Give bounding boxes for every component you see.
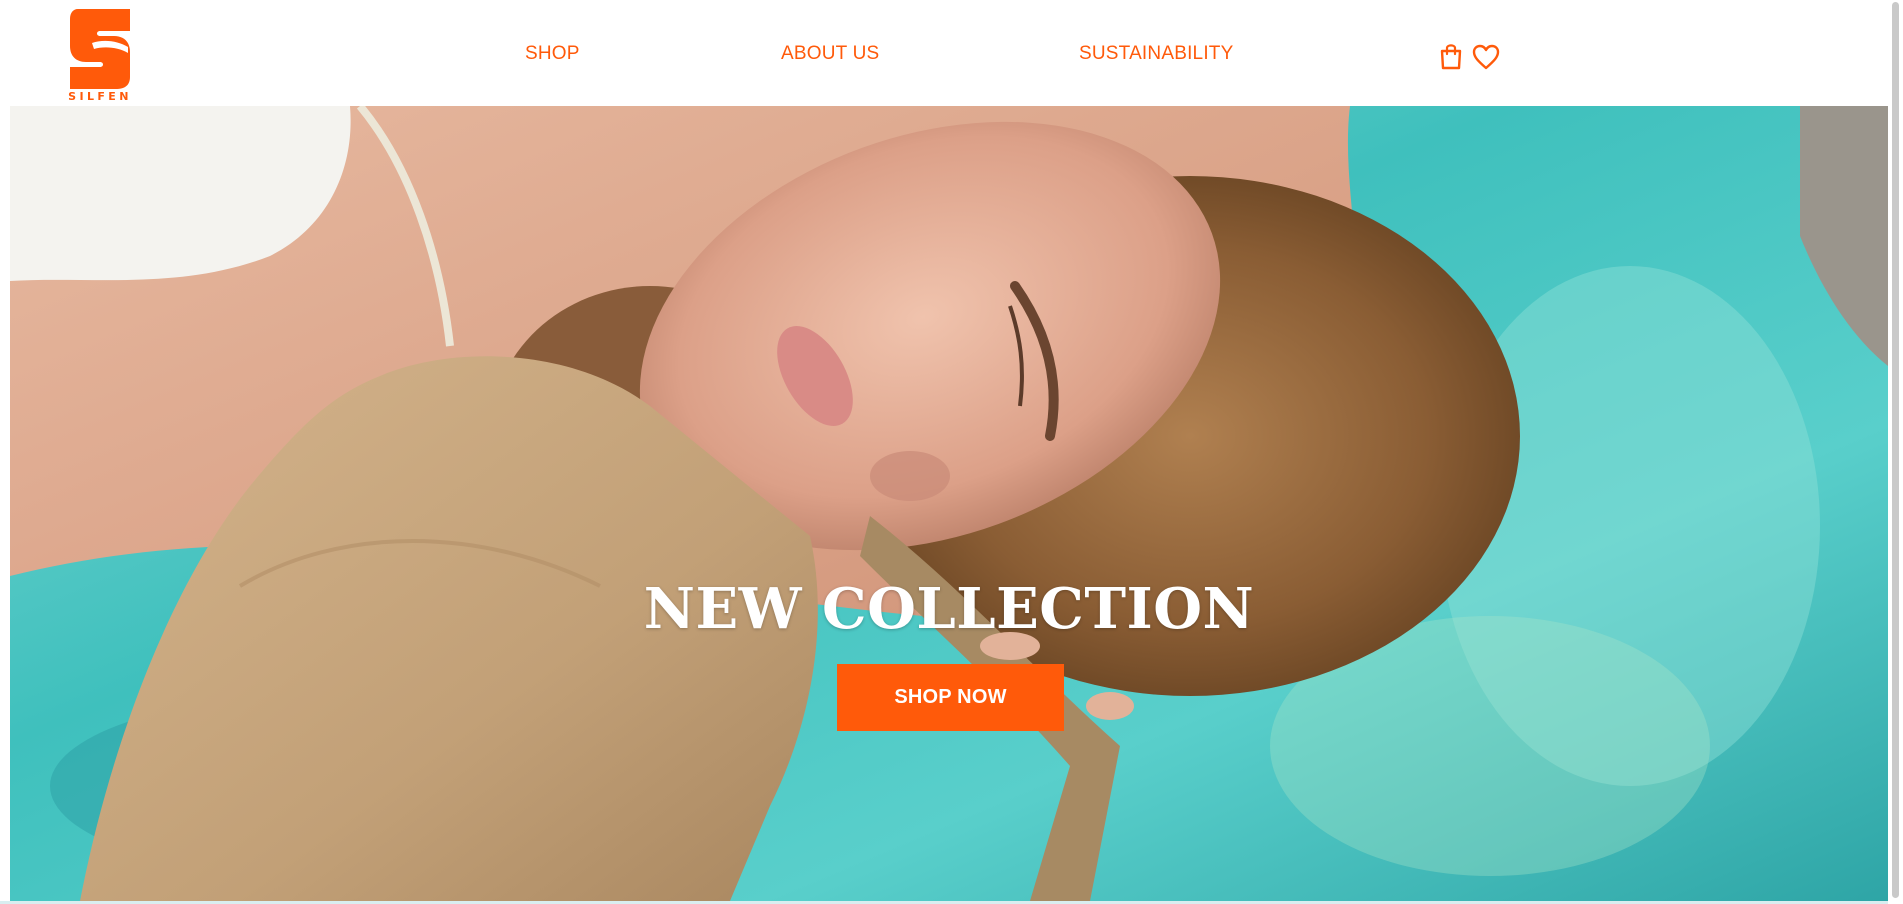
page: SILFEN SHOP ABOUT US SUSTAINABILITY NEW … (0, 0, 1903, 904)
brand-logo[interactable]: SILFEN (68, 9, 132, 103)
nav-sustainability[interactable]: SUSTAINABILITY (1079, 43, 1234, 65)
brand-name: SILFEN (68, 90, 132, 103)
heart-icon[interactable] (1472, 44, 1500, 72)
nav-about-us[interactable]: ABOUT US (781, 43, 879, 65)
scrollbar-thumb[interactable] (1892, 2, 1899, 898)
nav-shop[interactable]: SHOP (525, 43, 580, 65)
hero-photo (10, 106, 1888, 901)
shopping-bag-icon[interactable] (1439, 42, 1465, 70)
silfen-s-logo-icon (70, 9, 130, 89)
hero-title: NEW COLLECTION (643, 576, 1255, 642)
shop-now-button[interactable]: SHOP NOW (837, 664, 1064, 731)
site-header: SILFEN SHOP ABOUT US SUSTAINABILITY (0, 0, 1903, 106)
page-scrollbar[interactable] (1888, 0, 1903, 904)
hero-banner: NEW COLLECTION SHOP NOW (10, 106, 1888, 901)
